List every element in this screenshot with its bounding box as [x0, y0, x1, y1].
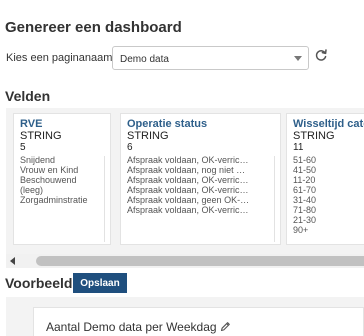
field-value: Afspraak voldaan, OK-verric…	[127, 155, 249, 165]
field-value: 31-40	[293, 195, 317, 205]
page-select[interactable]: Demo data	[112, 46, 309, 70]
chart-title-text: Aantal Demo data per Weekdag	[46, 320, 217, 334]
field-card-operatie-status[interactable]: Operatie status STRING 6 Afspraak voldaa…	[120, 113, 281, 245]
field-name: RVE	[20, 118, 43, 130]
field-values: 51-60 41-50 11-20 61-70 31-40 71-80 21-3…	[293, 155, 316, 235]
field-count: 6	[127, 142, 133, 153]
field-card-rve[interactable]: RVE STRING 5 Snijdend Vrouw en Kind Besc…	[13, 113, 111, 245]
field-card-scrollbar[interactable]	[104, 156, 105, 242]
page-select-label: Kies een paginanaam	[6, 52, 113, 64]
field-value: 21-30	[293, 215, 317, 225]
field-value: Zorgadminstratie	[20, 195, 88, 205]
field-value: Afspraak voldaan, OK-verric…	[127, 205, 249, 215]
field-type: STRING	[127, 130, 169, 142]
fields-horizontal-scrollbar[interactable]	[6, 254, 364, 268]
dashboard-generator: Genereer een dashboard Kies een paginana…	[0, 0, 364, 336]
field-value: 41-50	[293, 165, 317, 175]
page-select-value: Demo data	[120, 54, 169, 65]
field-name: Operatie status	[127, 118, 208, 130]
page-title: Genereer een dashboard	[5, 19, 182, 36]
field-type: STRING	[293, 130, 335, 142]
field-value: Snijdend	[20, 155, 56, 165]
field-value: 11-20	[293, 175, 316, 185]
field-value: Afspraak voldaan, OK-verric…	[127, 175, 249, 185]
field-value: Afspraak voldaan, OK-verric…	[127, 185, 249, 195]
scroll-left-arrow-icon[interactable]	[10, 257, 15, 265]
scrollbar-thumb[interactable]	[36, 256, 364, 266]
pencil-icon[interactable]	[220, 321, 231, 332]
chart-title: Aantal Demo data per Weekdag	[46, 320, 231, 334]
fields-list: RVE STRING 5 Snijdend Vrouw en Kind Besc…	[6, 108, 364, 254]
field-value: Afspraak voldaan, nog niet …	[127, 165, 246, 175]
field-type: STRING	[20, 130, 62, 142]
field-value: Vrouw en Kind	[20, 165, 79, 175]
field-value: Afspraak voldaan, geen OK-…	[127, 195, 250, 205]
field-count: 11	[293, 142, 304, 153]
chevron-down-icon	[294, 56, 302, 61]
field-value: (leeg)	[20, 185, 44, 195]
refresh-icon[interactable]	[314, 48, 328, 62]
field-name: Wisseltijd categorie	[293, 118, 364, 130]
field-value: Beschouwend	[20, 175, 77, 185]
preview-chart-card: Aantal Demo data per Weekdag	[33, 307, 364, 336]
field-count: 5	[20, 142, 26, 153]
fields-heading: Velden	[5, 88, 51, 104]
field-values: Snijdend Vrouw en Kind Beschouwend (leeg…	[20, 155, 88, 205]
save-button[interactable]: Opslaan	[73, 273, 127, 293]
preview-area: Aantal Demo data per Weekdag	[6, 297, 364, 336]
field-values: Afspraak voldaan, OK-verric… Afspraak vo…	[127, 155, 249, 215]
field-value: 61-70	[293, 185, 317, 195]
field-card-scrollbar[interactable]	[274, 156, 275, 242]
field-value: 51-60	[293, 155, 317, 165]
field-value: 71-80	[293, 205, 317, 215]
preview-heading: Voorbeeld	[5, 275, 73, 291]
field-card-wisseltijd-categorie[interactable]: Wisseltijd categorie STRING 11 51-60 41-…	[286, 113, 364, 245]
field-value: 90+	[293, 225, 309, 235]
